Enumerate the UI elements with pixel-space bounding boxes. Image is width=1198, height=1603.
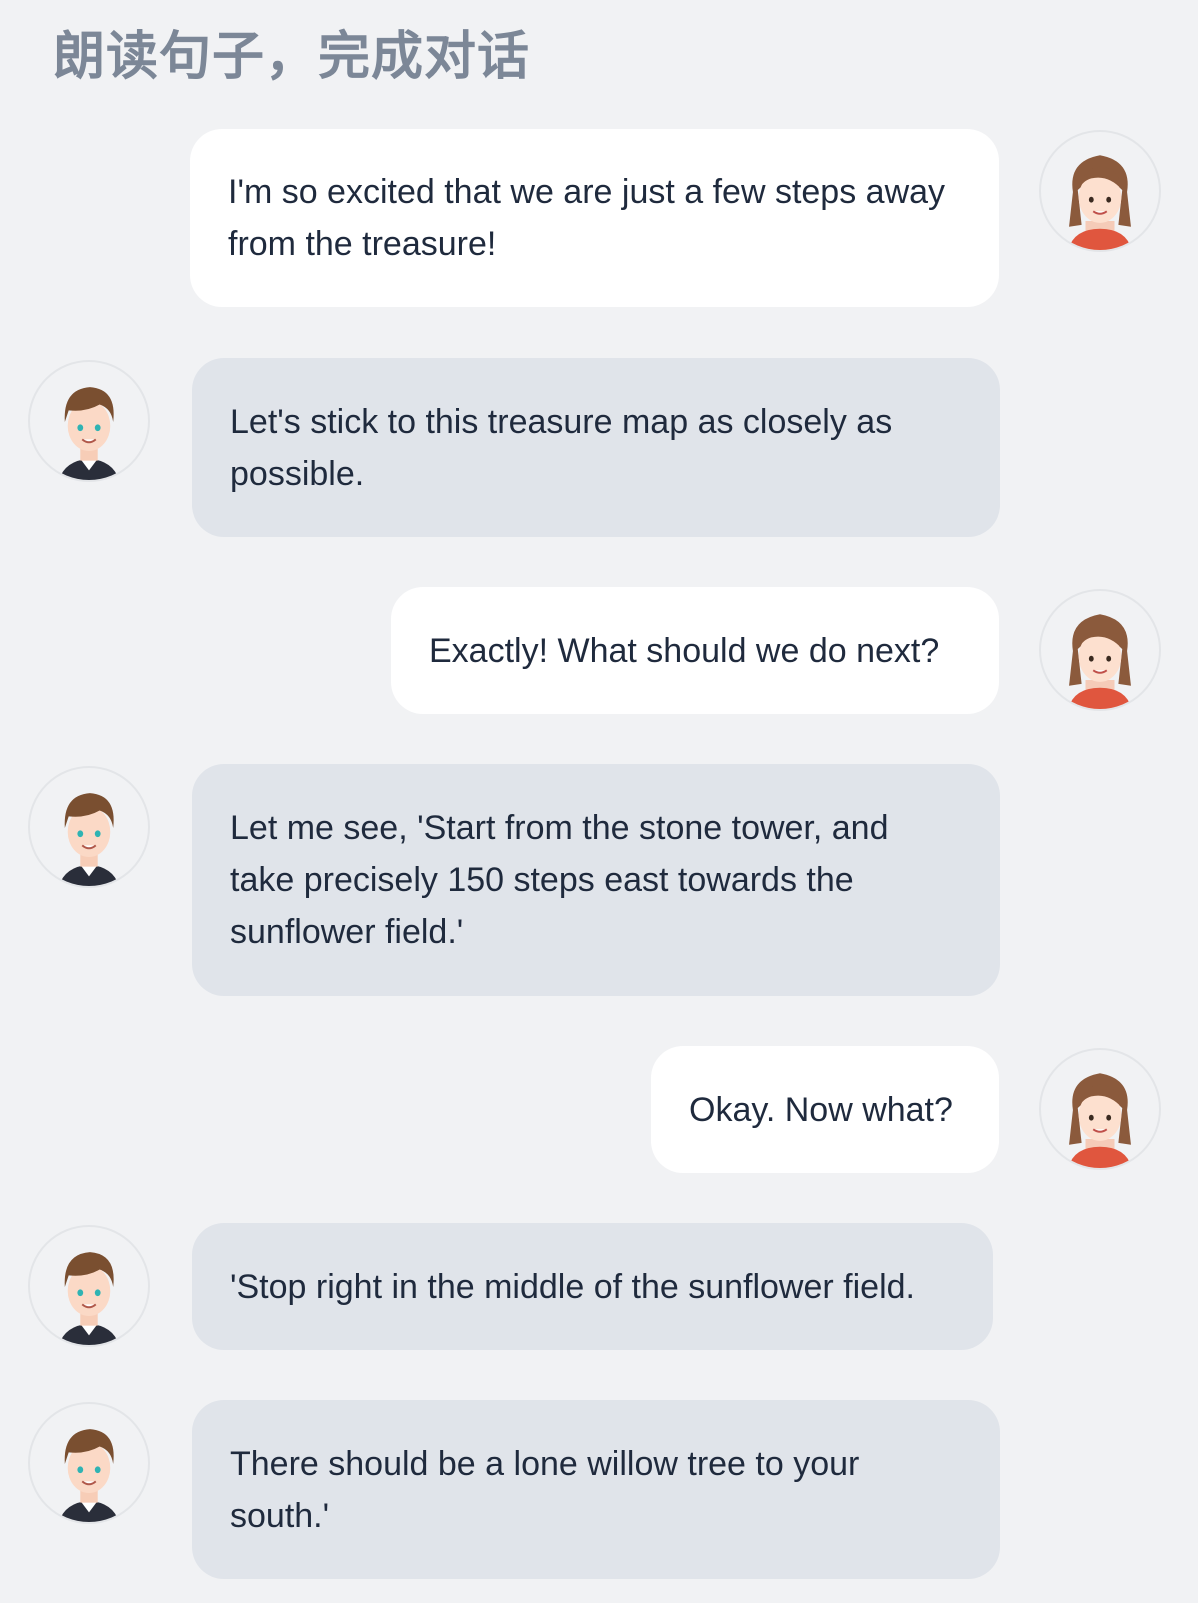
dialogue-page: 朗读句子，完成对话 I'm so excited that we are jus… — [0, 0, 1198, 1603]
page-title: 朗读句子，完成对话 — [53, 27, 531, 87]
boy-avatar-icon — [28, 360, 150, 482]
message-bubble-girl[interactable]: I'm so excited that we are just a few st… — [190, 129, 999, 307]
boy-avatar-icon — [28, 1225, 150, 1347]
boy-avatar-icon — [28, 1402, 150, 1524]
message-text: Let me see, 'Start from the stone tower,… — [230, 809, 889, 951]
message-bubble-girl[interactable]: Okay. Now what? — [651, 1046, 999, 1173]
message-bubble-girl[interactable]: Exactly! What should we do next? — [391, 587, 999, 714]
message-text: I'm so excited that we are just a few st… — [228, 173, 946, 263]
message-bubble-boy[interactable]: There should be a lone willow tree to yo… — [192, 1400, 1000, 1579]
message-text: 'Stop right in the middle of the sunflow… — [230, 1267, 915, 1306]
girl-avatar-icon — [1039, 130, 1161, 252]
message-text: Okay. Now what? — [689, 1090, 953, 1129]
girl-avatar-icon — [1039, 1048, 1161, 1170]
message-text: Exactly! What should we do next? — [429, 631, 940, 670]
message-bubble-boy[interactable]: Let's stick to this treasure map as clos… — [192, 358, 1000, 537]
girl-avatar-icon — [1039, 589, 1161, 711]
boy-avatar-icon — [28, 766, 150, 888]
message-bubble-boy[interactable]: 'Stop right in the middle of the sunflow… — [192, 1223, 993, 1350]
message-bubble-boy[interactable]: Let me see, 'Start from the stone tower,… — [192, 764, 1000, 996]
message-text: There should be a lone willow tree to yo… — [230, 1444, 860, 1535]
message-text: Let's stick to this treasure map as clos… — [230, 402, 893, 493]
